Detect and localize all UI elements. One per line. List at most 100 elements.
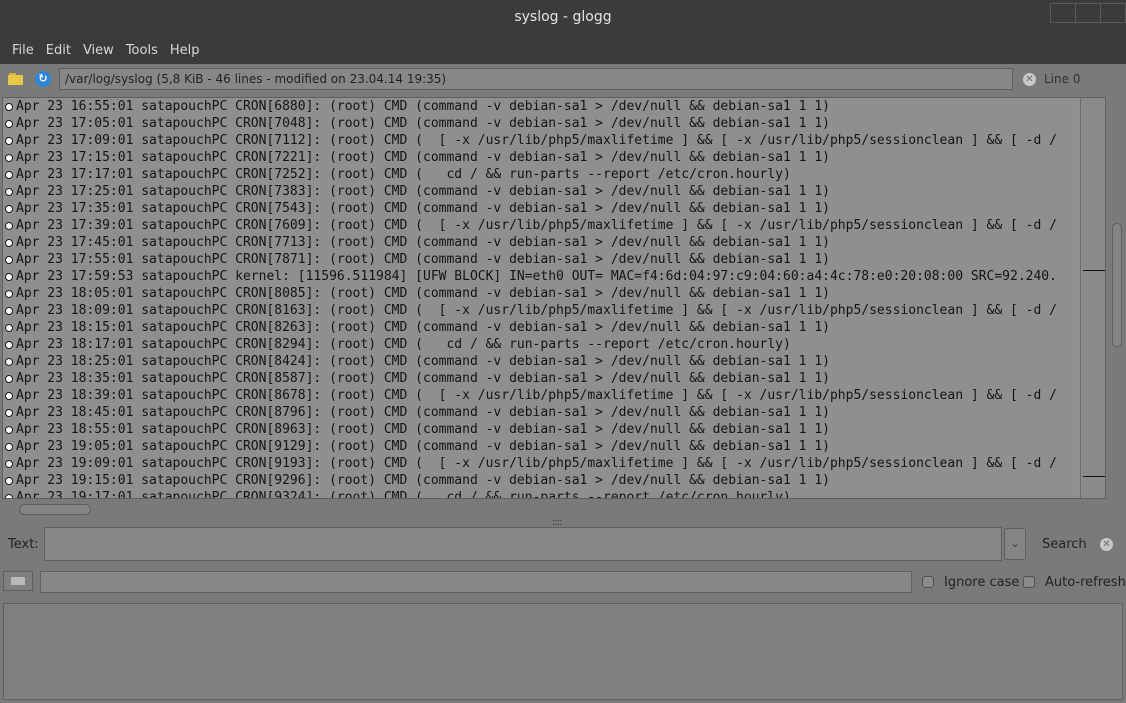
line-marker-icon[interactable] (5, 137, 13, 145)
log-line[interactable]: Apr 23 18:09:01 satapouchPC CRON[8163]: … (3, 302, 1079, 319)
search-button[interactable]: Search (1042, 537, 1087, 552)
log-line-text: Apr 23 19:15:01 satapouchPC CRON[9296]: … (16, 473, 830, 488)
line-marker-icon[interactable] (5, 460, 13, 468)
minimize-button[interactable] (1050, 3, 1075, 23)
line-marker-icon[interactable] (5, 239, 13, 247)
line-marker-icon[interactable] (5, 443, 13, 451)
log-line[interactable]: Apr 23 19:09:01 satapouchPC CRON[9193]: … (3, 455, 1079, 472)
chevron-down-icon[interactable]: ⌄ (1004, 528, 1026, 560)
line-marker-icon[interactable] (5, 375, 13, 383)
line-marker-icon[interactable] (5, 205, 13, 213)
menu-tools[interactable]: Tools (126, 43, 158, 58)
color-picker-button[interactable] (3, 571, 33, 591)
log-line-text: Apr 23 18:35:01 satapouchPC CRON[8587]: … (16, 371, 830, 386)
log-line-text: Apr 23 17:15:01 satapouchPC CRON[7221]: … (16, 150, 830, 165)
log-line[interactable]: Apr 23 18:45:01 satapouchPC CRON[8796]: … (3, 404, 1079, 421)
horizontal-scroll-thumb[interactable] (19, 504, 91, 515)
line-marker-icon[interactable] (5, 256, 13, 264)
line-marker-icon[interactable] (5, 392, 13, 400)
vertical-scrollbar[interactable] (1110, 97, 1124, 499)
log-line[interactable]: Apr 23 18:25:01 satapouchPC CRON[8424]: … (3, 353, 1079, 370)
line-marker-icon[interactable] (5, 273, 13, 281)
log-line-text: Apr 23 17:45:01 satapouchPC CRON[7713]: … (16, 235, 830, 250)
line-marker-icon[interactable] (5, 426, 13, 434)
log-line-text: Apr 23 16:55:01 satapouchPC CRON[6880]: … (16, 99, 830, 114)
ignore-case-checkbox[interactable] (922, 576, 934, 588)
log-line[interactable]: Apr 23 18:35:01 satapouchPC CRON[8587]: … (3, 370, 1079, 387)
line-marker-icon[interactable] (5, 358, 13, 366)
line-marker-icon[interactable] (5, 120, 13, 128)
title-bar: syslog - glogg (0, 0, 1126, 36)
overview-marker (1083, 476, 1105, 477)
search-results-pane[interactable] (3, 603, 1123, 700)
text-label: Text: (8, 537, 39, 552)
search-text-input[interactable] (44, 527, 1002, 561)
line-indicator: Line 0 (1044, 72, 1081, 86)
line-marker-icon[interactable] (5, 409, 13, 417)
log-line-text: Apr 23 18:17:01 satapouchPC CRON[8294]: … (16, 337, 791, 352)
horizontal-scrollbar[interactable] (2, 501, 1106, 517)
log-line[interactable]: Apr 23 17:05:01 satapouchPC CRON[7048]: … (3, 115, 1079, 132)
log-line-text: Apr 23 18:09:01 satapouchPC CRON[8163]: … (16, 303, 1057, 318)
window-title: syslog - glogg (514, 9, 612, 25)
close-window-button[interactable] (1100, 3, 1126, 23)
menu-file[interactable]: File (12, 43, 34, 58)
filter-input[interactable] (40, 571, 912, 593)
log-view[interactable]: Apr 23 16:55:01 satapouchPC CRON[6880]: … (2, 97, 1106, 499)
log-line[interactable]: Apr 23 17:09:01 satapouchPC CRON[7112]: … (3, 132, 1079, 149)
auto-refresh-label[interactable]: Auto-refresh (1045, 575, 1126, 590)
line-marker-icon[interactable] (5, 494, 13, 498)
log-line-text: Apr 23 19:17:01 satapouchPC CRON[9324]: … (16, 490, 791, 498)
log-line[interactable]: Apr 23 18:39:01 satapouchPC CRON[8678]: … (3, 387, 1079, 404)
ignore-case-label[interactable]: Ignore case (944, 575, 1019, 590)
line-marker-icon[interactable] (5, 188, 13, 196)
log-line[interactable]: Apr 23 19:17:01 satapouchPC CRON[9324]: … (3, 489, 1079, 498)
log-line[interactable]: Apr 23 17:35:01 satapouchPC CRON[7543]: … (3, 200, 1079, 217)
line-marker-icon[interactable] (5, 154, 13, 162)
line-marker-icon[interactable] (5, 103, 13, 111)
vertical-scroll-thumb[interactable] (1112, 223, 1122, 347)
line-marker-icon[interactable] (5, 477, 13, 485)
reload-icon[interactable]: ↻ (35, 71, 51, 87)
log-line-text: Apr 23 18:39:01 satapouchPC CRON[8678]: … (16, 388, 1057, 403)
log-line[interactable]: Apr 23 18:05:01 satapouchPC CRON[8085]: … (3, 285, 1079, 302)
line-marker-icon[interactable] (5, 307, 13, 315)
overview-marker (1083, 270, 1105, 271)
log-line[interactable]: Apr 23 17:15:01 satapouchPC CRON[7221]: … (3, 149, 1079, 166)
log-line[interactable]: Apr 23 17:25:01 satapouchPC CRON[7383]: … (3, 183, 1079, 200)
menu-edit[interactable]: Edit (46, 43, 71, 58)
auto-refresh-checkbox[interactable] (1023, 576, 1035, 588)
log-line[interactable]: Apr 23 17:39:01 satapouchPC CRON[7609]: … (3, 217, 1079, 234)
log-line[interactable]: Apr 23 17:45:01 satapouchPC CRON[7713]: … (3, 234, 1079, 251)
log-line-text: Apr 23 18:15:01 satapouchPC CRON[8263]: … (16, 320, 830, 335)
log-line-text: Apr 23 17:05:01 satapouchPC CRON[7048]: … (16, 116, 830, 131)
log-line-text: Apr 23 18:45:01 satapouchPC CRON[8796]: … (16, 405, 830, 420)
line-marker-icon[interactable] (5, 324, 13, 332)
line-marker-icon[interactable] (5, 290, 13, 298)
file-toolbar: ↻ /var/log/syslog (5,8 KiB - 46 lines - … (0, 64, 1126, 96)
log-line[interactable]: Apr 23 16:55:01 satapouchPC CRON[6880]: … (3, 98, 1079, 115)
line-marker-icon[interactable] (5, 222, 13, 230)
log-line-text: Apr 23 18:55:01 satapouchPC CRON[8963]: … (16, 422, 830, 437)
log-line-text: Apr 23 19:05:01 satapouchPC CRON[9129]: … (16, 439, 830, 454)
log-line[interactable]: Apr 23 17:59:53 satapouchPC kernel: [115… (3, 268, 1079, 285)
menu-view[interactable]: View (83, 43, 114, 58)
log-line[interactable]: Apr 23 18:55:01 satapouchPC CRON[8963]: … (3, 421, 1079, 438)
log-line[interactable]: Apr 23 19:05:01 satapouchPC CRON[9129]: … (3, 438, 1079, 455)
menu-help[interactable]: Help (170, 43, 200, 58)
log-line[interactable]: Apr 23 17:55:01 satapouchPC CRON[7871]: … (3, 251, 1079, 268)
line-marker-icon[interactable] (5, 341, 13, 349)
log-line[interactable]: Apr 23 19:15:01 satapouchPC CRON[9296]: … (3, 472, 1079, 489)
log-lines[interactable]: Apr 23 16:55:01 satapouchPC CRON[6880]: … (3, 98, 1079, 498)
log-line-text: Apr 23 17:39:01 satapouchPC CRON[7609]: … (16, 218, 1057, 233)
line-marker-icon[interactable] (5, 171, 13, 179)
folder-open-icon[interactable] (8, 71, 24, 87)
maximize-button[interactable] (1075, 3, 1100, 23)
log-line-text: Apr 23 17:35:01 satapouchPC CRON[7543]: … (16, 201, 830, 216)
log-line[interactable]: Apr 23 18:15:01 satapouchPC CRON[8263]: … (3, 319, 1079, 336)
log-line[interactable]: Apr 23 17:17:01 satapouchPC CRON[7252]: … (3, 166, 1079, 183)
log-line[interactable]: Apr 23 18:17:01 satapouchPC CRON[8294]: … (3, 336, 1079, 353)
overview-bar[interactable] (1080, 98, 1105, 498)
close-search-icon[interactable]: ✕ (1100, 538, 1113, 551)
close-icon[interactable]: ✕ (1023, 73, 1036, 86)
